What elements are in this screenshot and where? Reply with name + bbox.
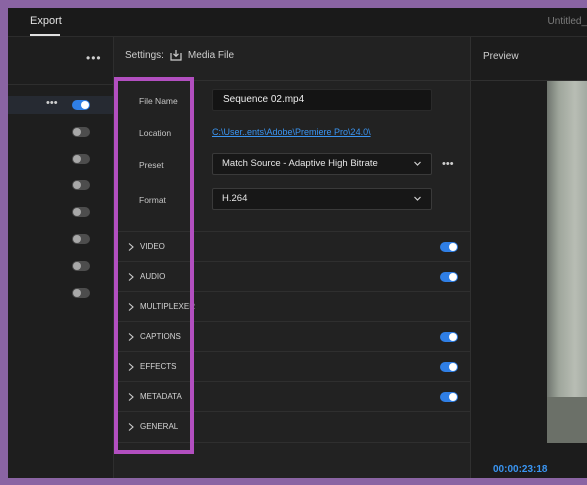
destination-toggle-5[interactable] [72,207,90,217]
toggle-knob [73,235,81,243]
settings-target-label: Media File [187,49,235,61]
chevron-down-icon [414,161,421,166]
preview-panel: Preview 00:00:23:18 [471,37,587,478]
annotation-highlight-box [114,77,194,454]
preview-timecode[interactable]: 00:00:23:18 [493,464,547,475]
toggle-knob [449,393,457,401]
preview-frame-lower [547,397,587,443]
section-toggle-audio[interactable] [440,272,458,282]
toggle-knob [73,289,81,297]
format-value: H.264 [222,193,248,204]
preset-dropdown[interactable]: Match Source - Adaptive High Bitrate [212,153,432,175]
chevron-down-icon [414,196,421,201]
format-dropdown[interactable]: H.264 [212,188,432,210]
section-toggle-video[interactable] [440,242,458,252]
toggle-knob [449,333,457,341]
tab-export[interactable]: Export [30,15,62,27]
section-toggle-captions[interactable] [440,332,458,342]
divider [8,84,113,85]
panel-more-button[interactable]: ••• [86,51,102,65]
toggle-knob [73,262,81,270]
toggle-knob [73,155,81,163]
destination-toggle-3[interactable] [72,154,90,164]
row-more-button[interactable]: ••• [46,97,58,109]
toggle-knob [449,363,457,371]
preview-video-frame[interactable] [547,81,587,443]
preset-value: Match Source - Adaptive High Bitrate [222,158,378,169]
toggle-knob [449,273,457,281]
document-title: Untitled_ [547,16,587,27]
section-toggle-effects[interactable] [440,362,458,372]
toggle-knob [73,181,81,189]
file-name-input[interactable]: Sequence 02.mp4 [212,89,432,111]
settings-header: Settings: Media File [125,49,234,61]
export-window: Export Untitled_ ••• ••• Settings: Media… [8,8,587,478]
location-link[interactable]: C:\User..ents\Adobe\Premiere Pro\24.0\ [212,127,371,137]
destination-toggle-2[interactable] [72,127,90,137]
settings-label: Settings: [125,49,164,61]
destination-row-media-file[interactable]: ••• [8,96,113,114]
destination-toggle-4[interactable] [72,180,90,190]
preset-more-button[interactable]: ••• [442,158,454,170]
active-tab-indicator [30,34,60,36]
destination-toggle-8[interactable] [72,288,90,298]
top-bar: Export Untitled_ [8,8,587,37]
destination-toggle-6[interactable] [72,234,90,244]
destinations-panel: ••• ••• [8,37,114,478]
destination-toggle-media-file[interactable] [72,100,90,110]
destination-toggle-7[interactable] [72,261,90,271]
toggle-knob [449,243,457,251]
preview-title: Preview [483,51,519,62]
section-toggle-metadata[interactable] [440,392,458,402]
toggle-knob [81,101,89,109]
toggle-knob [73,208,81,216]
media-file-icon [170,50,182,61]
toggle-knob [73,128,81,136]
